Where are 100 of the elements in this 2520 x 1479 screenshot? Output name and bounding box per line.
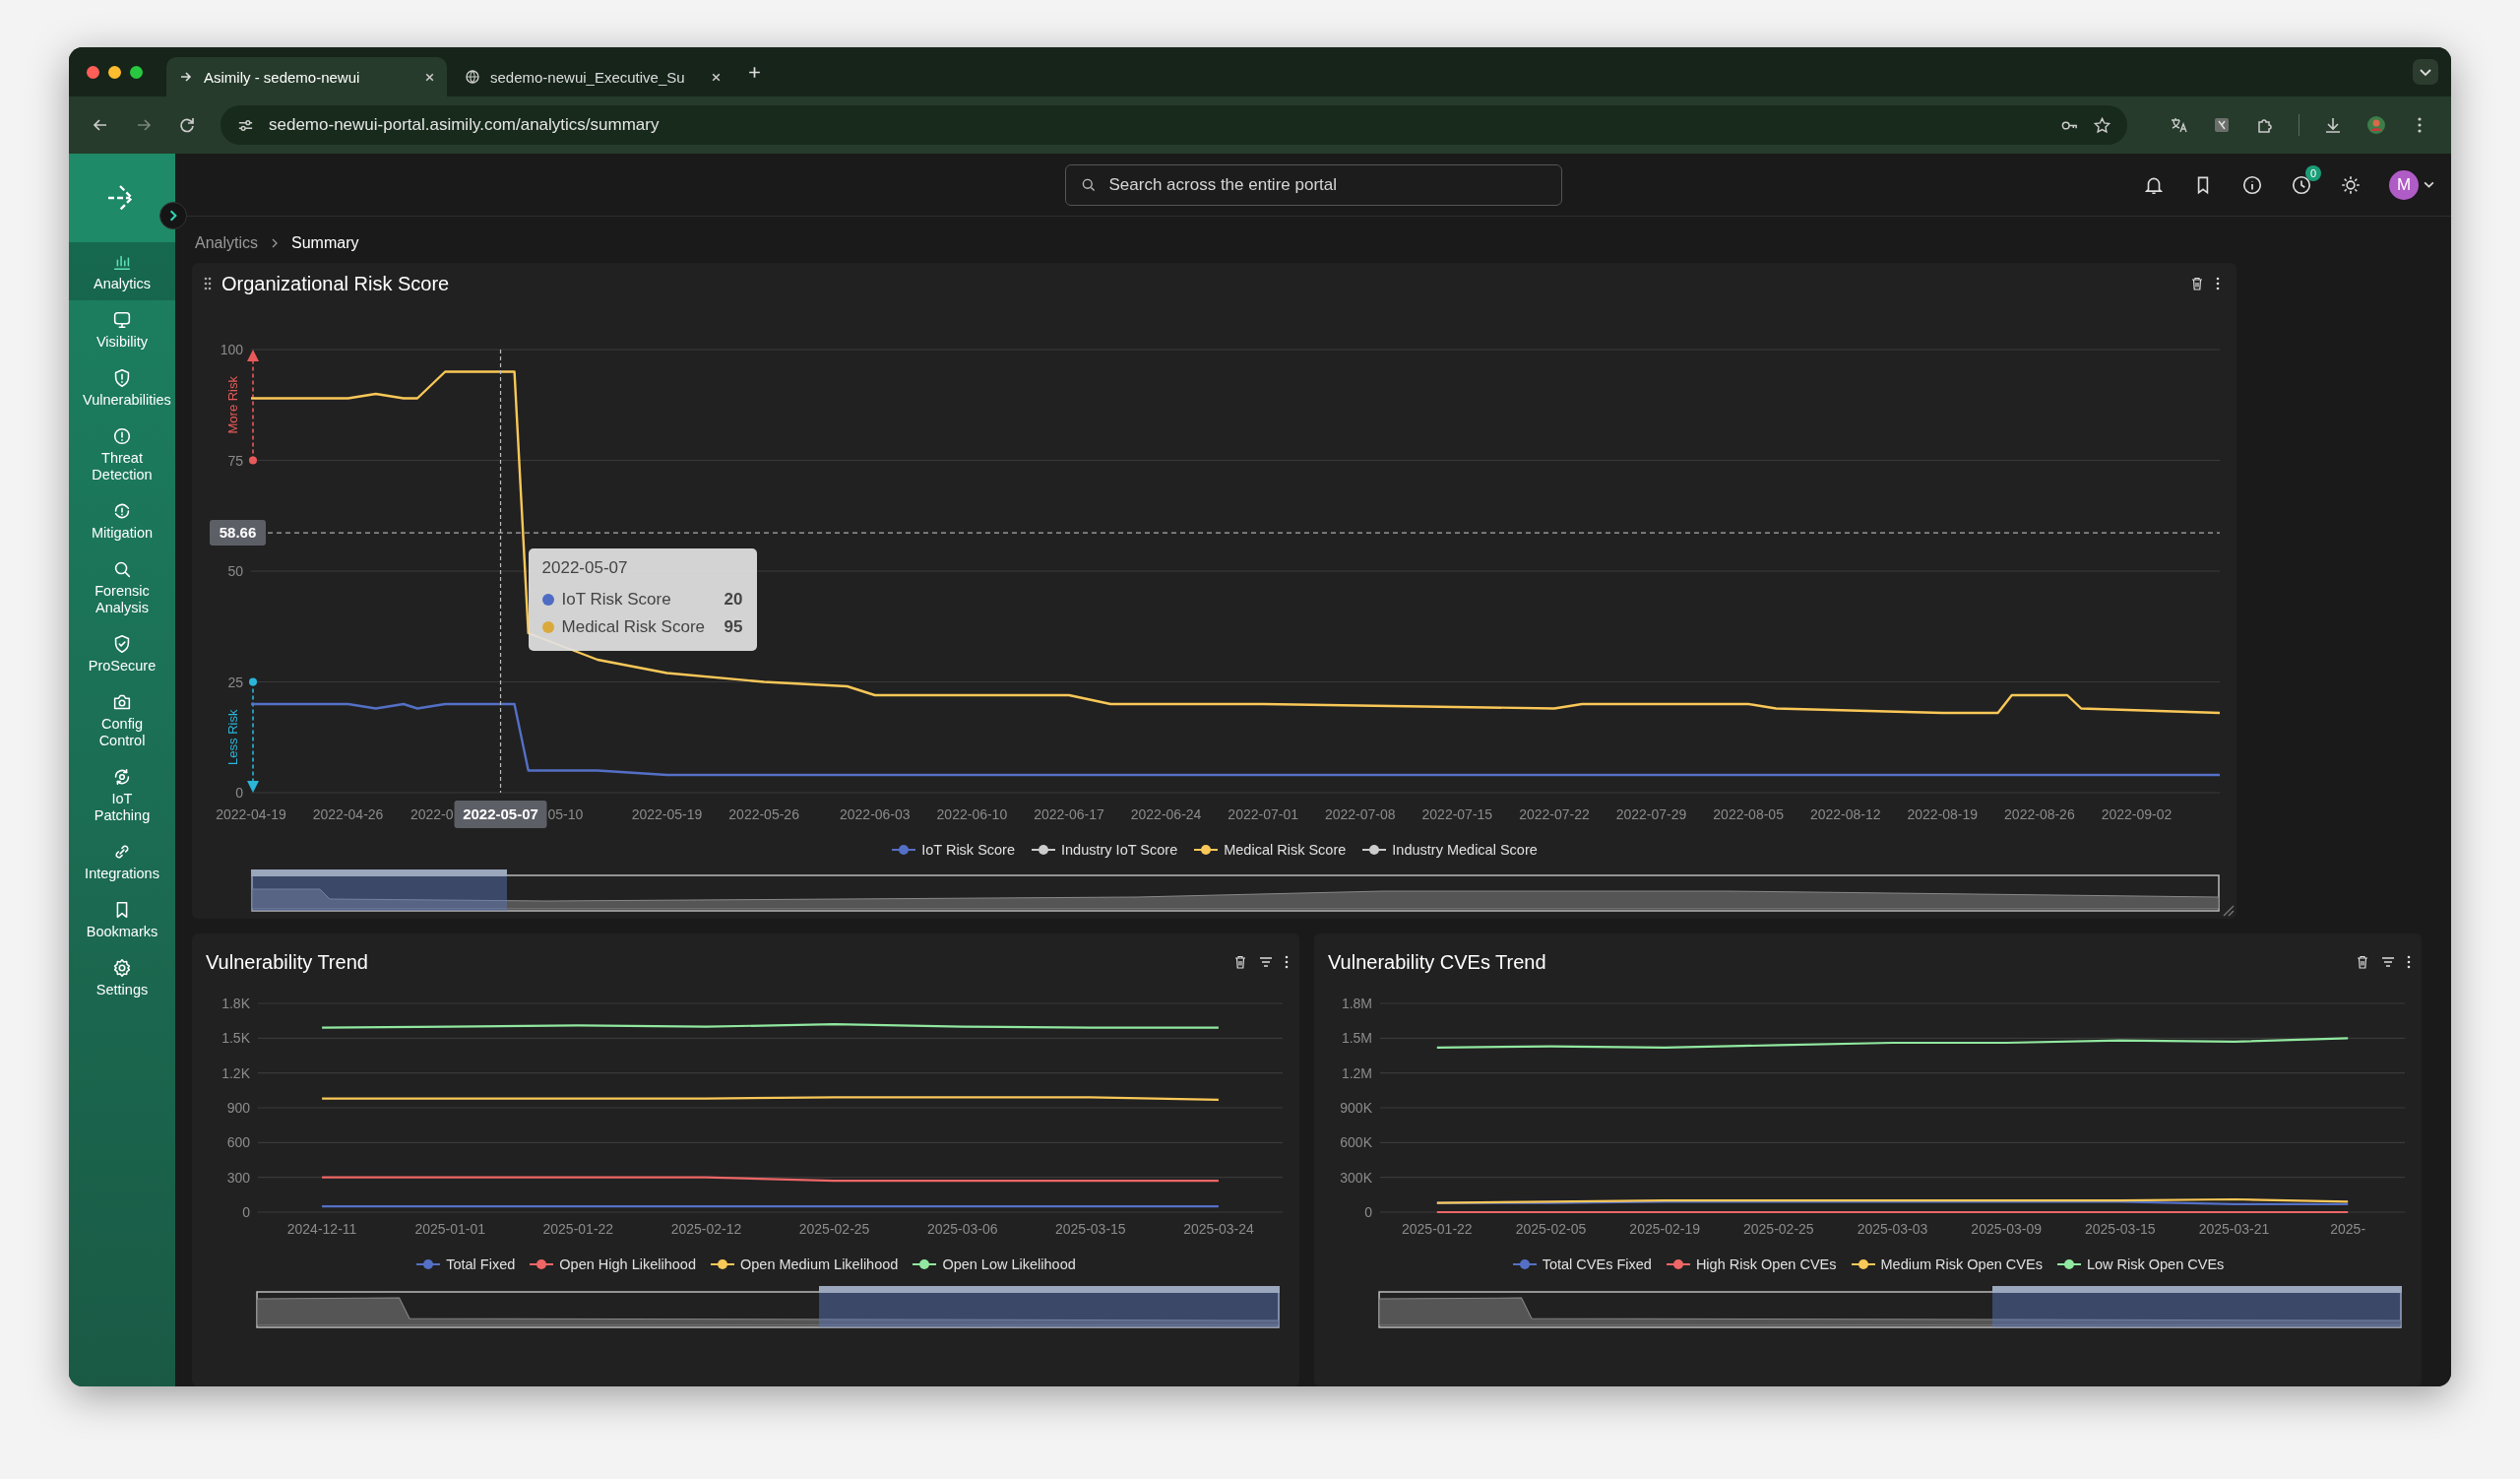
address-bar[interactable]: sedemo-newui-portal.asimily.com/analytics/summary	[220, 105, 2127, 145]
card-title: Vulnerability CVEs Trend	[1328, 950, 1546, 974]
kebab-menu-icon[interactable]	[2215, 276, 2221, 292]
sidebar-item[interactable]: Analytics	[69, 242, 175, 300]
minimize-window-button[interactable]	[108, 65, 121, 79]
kebab-menu-icon[interactable]	[2406, 954, 2412, 970]
axis-tick-label: 1.8M	[1341, 996, 1372, 1011]
close-icon[interactable]	[711, 71, 722, 83]
legend-item[interactable]: Open Medium Likelihood	[709, 1256, 899, 1272]
new-tab-icon[interactable]	[747, 64, 762, 80]
translate-icon[interactable]	[2169, 115, 2188, 135]
axis-tick-label: 50	[227, 563, 243, 580]
axis-tick-label: 1.5K	[221, 1030, 250, 1047]
alert-circle-icon	[111, 425, 133, 447]
tooltip-value: 95	[724, 617, 743, 638]
axis-tick-label: 2022-06-17	[1034, 806, 1104, 823]
axis-tick-label: 2022-06-03	[840, 806, 911, 823]
legend-item[interactable]: Medium Risk Open CVEs	[1850, 1256, 2043, 1272]
legend-marker-icon	[912, 1257, 938, 1271]
card-title: Vulnerability Trend	[206, 950, 368, 974]
filter-icon[interactable]	[2380, 954, 2396, 970]
axis-tick-label: 25	[227, 674, 243, 690]
close-icon[interactable]	[424, 71, 435, 83]
sidebar-item[interactable]: Settings	[69, 948, 175, 1006]
info-icon[interactable]	[2241, 173, 2263, 196]
axis-tick-label: 2025-01-01	[414, 1221, 485, 1237]
drag-handle-icon[interactable]	[204, 277, 212, 291]
resize-handle-icon[interactable]	[2221, 903, 2235, 917]
legend-item[interactable]: Low Risk Open CVEs	[2055, 1256, 2225, 1272]
extension-icon[interactable]	[2212, 115, 2232, 135]
legend-item[interactable]: Medical Risk Score	[1193, 842, 1347, 859]
kebab-menu-icon[interactable]	[1284, 954, 1290, 970]
user-avatar[interactable]: M	[2389, 169, 2419, 200]
tab-search-icon[interactable]	[2412, 58, 2439, 86]
reload-icon[interactable]	[177, 115, 197, 135]
sidebar-item[interactable]: Config Control	[69, 682, 175, 757]
sun-icon[interactable]	[2340, 173, 2362, 196]
legend-item[interactable]: Total CVEs Fixed	[1511, 1256, 1652, 1272]
sidebar-item[interactable]: Forensic Analysis	[69, 549, 175, 624]
axis-tick-label: 75	[227, 452, 243, 469]
axis-tick-label: 2022-08-12	[1809, 806, 1881, 823]
legend-item[interactable]: Total Fixed	[415, 1256, 516, 1272]
sidebar-item[interactable]: ProSecure	[69, 624, 175, 682]
sidebar-item[interactable]: Vulnerabilities	[69, 358, 175, 417]
sidebar-item[interactable]: Threat Detection	[69, 417, 175, 491]
sidebar-item[interactable]: Visibility	[69, 300, 175, 358]
browser-tab[interactable]: sedemo-newui_Executive_Su	[453, 57, 733, 96]
axis-tick-label: 2022-08-26	[2004, 806, 2075, 823]
axis-tick-label: 2022-04-26	[312, 806, 384, 823]
clock-icon[interactable]	[2291, 173, 2312, 196]
axis-tick-label: 1.2K	[221, 1064, 250, 1081]
legend-marker-icon	[415, 1257, 442, 1271]
download-icon[interactable]	[2323, 115, 2343, 135]
profile-avatar-icon[interactable]	[2366, 115, 2386, 135]
legend-item[interactable]: High Risk Open CVEs	[1665, 1256, 1837, 1272]
axis-tick-label: 2022-07-08	[1324, 806, 1396, 823]
axis-tick-label: 05-10	[547, 806, 584, 823]
axis-tick-label: 2022-08-05	[1713, 806, 1784, 823]
close-window-button[interactable]	[87, 65, 99, 79]
trash-icon[interactable]	[2189, 276, 2205, 292]
legend-item[interactable]: IoT Risk Score	[891, 842, 1015, 859]
axis-note: More Risk	[225, 376, 240, 434]
axis-tick-label: 1.2M	[1341, 1064, 1372, 1081]
sidebar-item[interactable]: Integrations	[69, 832, 175, 890]
axis-tick-label: 2025-03-21	[2198, 1221, 2270, 1237]
sidebar-item[interactable]: Mitigation	[69, 491, 175, 549]
axis-tick-label: 100	[220, 342, 243, 358]
legend-item[interactable]: Industry Medical Score	[1361, 842, 1538, 859]
axis-tick-label: 2022-07-22	[1519, 806, 1590, 823]
axis-tick-label: 2025-02-19	[1629, 1221, 1700, 1237]
legend-marker-icon	[2055, 1257, 2082, 1271]
filter-icon[interactable]	[1258, 954, 1274, 970]
breadcrumb-item[interactable]: Analytics	[195, 233, 259, 252]
axis-tick-label: 2025-03-24	[1183, 1221, 1254, 1237]
legend-item[interactable]: Open Low Likelihood	[912, 1256, 1076, 1272]
legend-marker-icon	[709, 1257, 735, 1271]
legend-item[interactable]: Open High Likelihood	[529, 1256, 696, 1272]
star-icon[interactable]	[2093, 115, 2111, 135]
axis-tick-label: 2022-0	[410, 806, 454, 823]
axis-tick-label: 2022-07-29	[1615, 806, 1687, 823]
sidebar-item[interactable]: Bookmarks	[69, 890, 175, 948]
legend-item[interactable]: Industry IoT Score	[1031, 842, 1178, 859]
range-slider[interactable]	[1378, 1286, 2402, 1329]
search-field[interactable]: Search across the entire portal	[1064, 163, 1562, 206]
trash-icon[interactable]	[1232, 954, 1248, 970]
zoom-window-button[interactable]	[130, 65, 143, 79]
axis-tick-label: 900	[226, 1100, 250, 1116]
tooltip-label: Medical Risk Score	[561, 617, 706, 638]
trash-icon[interactable]	[2355, 954, 2370, 970]
axis-tick-label: 2025-03-06	[926, 1221, 998, 1237]
ref-line-label: 58.66	[219, 524, 257, 542]
browser-tab[interactable]: Asimily - sedemo-newui	[166, 57, 447, 96]
axis-tick-label: 2025-03-15	[1055, 1221, 1126, 1237]
monitor-icon	[111, 309, 133, 331]
range-slider[interactable]	[256, 1286, 1280, 1329]
legend-marker-icon	[1193, 843, 1220, 858]
range-slider[interactable]	[251, 869, 2220, 914]
globe-icon	[465, 69, 480, 85]
axis-tick-label: 2022-06-10	[936, 806, 1008, 823]
sidebar-item[interactable]: IoT Patching	[69, 757, 175, 832]
